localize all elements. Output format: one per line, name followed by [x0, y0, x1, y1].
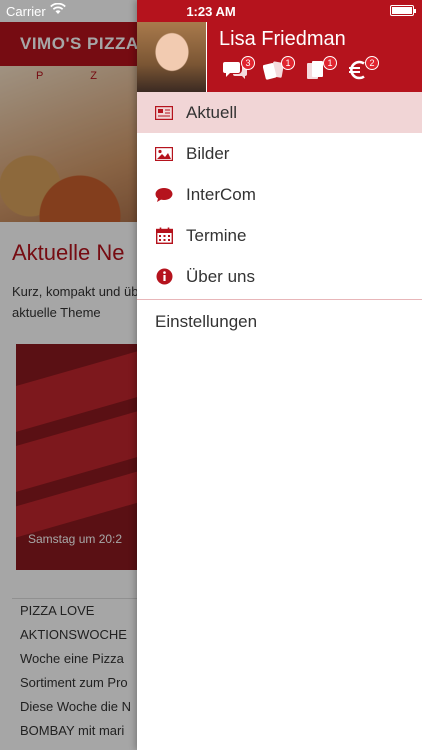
avatar[interactable]: [137, 22, 207, 92]
chat-bubbles-icon[interactable]: 3: [223, 56, 255, 82]
menu-item-termine[interactable]: Termine: [137, 215, 422, 256]
documents-icon[interactable]: 1: [305, 56, 337, 82]
status-time: 1:23 AM: [186, 4, 236, 19]
menu-label: Aktuell: [186, 102, 238, 122]
menu-label: Bilder: [186, 143, 230, 163]
menu-label: InterCom: [186, 184, 256, 204]
user-name: Lisa Friedman: [219, 28, 346, 50]
battery-icon: [390, 5, 416, 16]
newspaper-icon: [155, 104, 173, 122]
divider: [137, 299, 422, 300]
menu-item-ueber-uns[interactable]: Über uns: [137, 256, 422, 297]
menu-item-bilder[interactable]: Bilder: [137, 133, 422, 174]
status-bar: Carrier 1:23 AM: [0, 0, 422, 22]
calendar-icon: [155, 227, 173, 245]
speech-bubble-icon: [155, 186, 173, 204]
settings-link[interactable]: Einstellungen: [155, 312, 257, 332]
menu-label: Termine: [186, 225, 247, 245]
image-icon: [155, 145, 173, 163]
euro-icon[interactable]: 2: [347, 56, 379, 82]
info-icon: [155, 268, 173, 286]
documents-badge: 1: [323, 56, 337, 70]
navigation-drawer: Lisa Friedman 3 1 1 2 Aktuell Bilder Int…: [137, 0, 422, 750]
euro-badge: 2: [365, 56, 379, 70]
cards-badge: 1: [281, 56, 295, 70]
drawer-menu: Aktuell Bilder InterCom Termine Über uns: [137, 92, 422, 300]
menu-label: Über uns: [186, 266, 255, 286]
menu-item-intercom[interactable]: InterCom: [137, 174, 422, 215]
menu-item-aktuell[interactable]: Aktuell: [137, 92, 422, 133]
cards-icon[interactable]: 1: [262, 56, 295, 82]
chat-badge: 3: [241, 56, 255, 70]
